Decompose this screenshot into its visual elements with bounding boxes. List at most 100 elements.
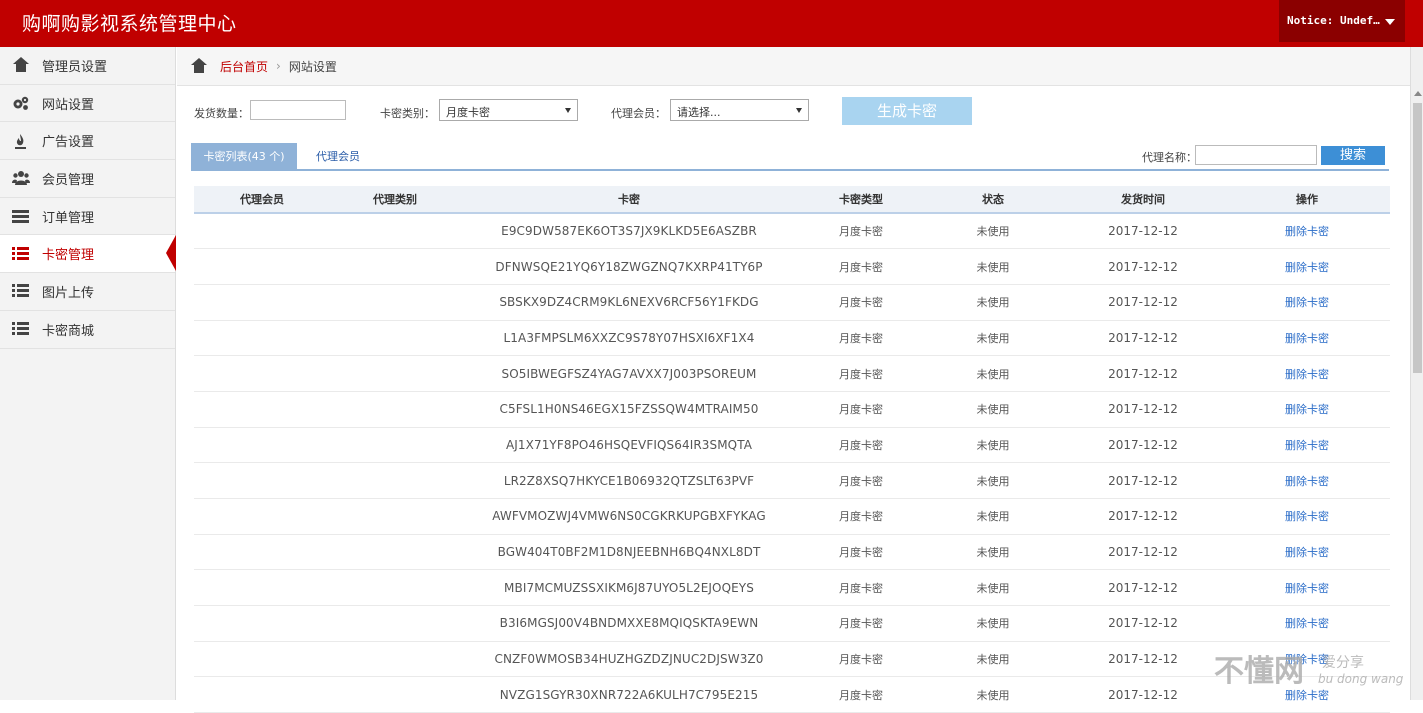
table-row: L1A3FMPSLM6XXZC9S78Y07HSXI6XF1X4 月度卡密 未使用 2… [194, 320, 1390, 357]
status-cell: 未使用 [924, 534, 1062, 571]
tab-card-list[interactable]: 卡密列表(43 个) [191, 143, 297, 171]
column-header: 操作 [1224, 186, 1390, 214]
card-type-cell: 月度卡密 [798, 427, 924, 464]
sidebar-item-label: 管理员设置 [42, 59, 108, 75]
status-cell: 未使用 [924, 213, 1062, 250]
sidebar-item-ad-settings[interactable]: 广告设置 [0, 122, 175, 161]
sidebar-item-members[interactable]: 会员管理 [0, 160, 175, 198]
card-code-cell: LR2Z8XSQ7HKYCE1B06932QTZSLT63PVF [460, 462, 798, 499]
card-code-cell: DFNWSQE21YQ6Y18ZWGZNQ7KXRP41TY6P [460, 248, 798, 285]
issue-date-cell: 2017-12-12 [1062, 569, 1224, 607]
card-type-select[interactable]: 月度卡密 [439, 99, 578, 121]
search-button[interactable]: 搜索 [1321, 146, 1385, 165]
sidebar-item-card-shop[interactable]: 卡密商城 [0, 311, 175, 349]
scroll-up-icon[interactable] [1414, 91, 1422, 96]
generate-cards-button[interactable]: 生成卡密 [842, 97, 972, 125]
column-header: 状态 [924, 186, 1062, 214]
issue-date-cell: 2017-12-12 [1062, 676, 1224, 713]
column-header: 卡密 [460, 186, 798, 214]
delete-card-link[interactable]: 删除卡密 [1224, 248, 1390, 285]
delete-card-link[interactable]: 删除卡密 [1224, 498, 1390, 535]
table-row: NVZG1SGYR30XNR722A6KULH7C795E215 月度卡密 未使用 2… [194, 676, 1390, 713]
agent-type-cell [330, 569, 460, 607]
users-icon [12, 170, 30, 186]
agent-label: 代理会员： [611, 107, 666, 120]
delete-card-link[interactable]: 删除卡密 [1224, 427, 1390, 464]
table-row: SBSKX9DZ4CRM9KL6NEXV6RCF56Y1FKDG 月度卡密 未使用 2… [194, 284, 1390, 321]
status-cell: 未使用 [924, 248, 1062, 285]
sidebar-item-admin-settings[interactable]: 管理员设置 [0, 47, 175, 85]
agent-cell [194, 676, 330, 713]
list-alt-icon [12, 208, 30, 224]
status-cell: 未使用 [924, 427, 1062, 464]
column-header: 代理类别 [330, 186, 460, 214]
vertical-scrollbar[interactable] [1410, 47, 1423, 700]
agent-cell [194, 320, 330, 357]
agent-name-input[interactable] [1195, 145, 1317, 165]
notice-text: Notice: Undef… [1287, 14, 1380, 27]
issue-date-cell: 2017-12-12 [1062, 320, 1224, 357]
status-cell: 未使用 [924, 320, 1062, 357]
main-content: 后台首页 › 网站设置 发货数量： 卡密类别： 月度卡密 代理会员： 请选择..… [177, 47, 1410, 713]
status-cell: 未使用 [924, 676, 1062, 713]
agent-select[interactable]: 请选择... [670, 99, 809, 121]
sidebar-item-card-management[interactable]: 卡密管理 [0, 235, 176, 274]
delete-card-link[interactable]: 删除卡密 [1224, 284, 1390, 321]
agent-type-cell [330, 320, 460, 357]
sidebar-item-orders[interactable]: 订单管理 [0, 198, 175, 236]
delete-card-link[interactable]: 删除卡密 [1224, 605, 1390, 642]
breadcrumb-home-link[interactable]: 后台首页 [220, 58, 268, 75]
status-cell: 未使用 [924, 498, 1062, 535]
agent-cell [194, 641, 330, 678]
issue-date-cell: 2017-12-12 [1062, 248, 1224, 285]
notice-dropdown[interactable]: Notice: Undef… [1279, 0, 1405, 42]
card-type-cell: 月度卡密 [798, 248, 924, 285]
card-type-cell: 月度卡密 [798, 676, 924, 713]
status-cell: 未使用 [924, 605, 1062, 642]
column-header: 代理会员 [194, 186, 330, 214]
issue-date-cell: 2017-12-12 [1062, 213, 1224, 250]
delete-card-link[interactable]: 删除卡密 [1224, 534, 1390, 571]
card-type-cell: 月度卡密 [798, 641, 924, 678]
card-type-cell: 月度卡密 [798, 462, 924, 499]
card-code-cell: AJ1X71YF8PO46HSQEVFIQS64IR3SMQTA [460, 427, 798, 464]
delete-card-link[interactable]: 删除卡密 [1224, 320, 1390, 357]
agent-cell [194, 248, 330, 285]
issue-date-cell: 2017-12-12 [1062, 605, 1224, 642]
delete-card-link[interactable]: 删除卡密 [1224, 355, 1390, 392]
card-type-label: 卡密类别： [380, 107, 435, 120]
delete-card-link[interactable]: 删除卡密 [1224, 391, 1390, 428]
card-code-cell: BGW404T0BF2M1D8NJEEBNH6BQ4NXL8DT [460, 534, 798, 571]
status-cell: 未使用 [924, 391, 1062, 428]
agent-type-cell [330, 355, 460, 392]
card-table: 代理会员 代理类别 卡密 卡密类型 状态 发货时间 操作 E9C9DW587EK… [194, 186, 1390, 713]
delete-card-link[interactable]: 删除卡密 [1224, 213, 1390, 250]
agent-type-cell [330, 605, 460, 642]
card-type-cell: 月度卡密 [798, 569, 924, 607]
quantity-input[interactable] [250, 100, 346, 120]
status-cell: 未使用 [924, 569, 1062, 607]
sidebar-item-label: 卡密管理 [42, 248, 95, 264]
delete-card-link[interactable]: 删除卡密 [1224, 462, 1390, 499]
agent-name-label: 代理名称： [1142, 151, 1197, 164]
card-code-cell: C5FSL1H0NS46EGX15FZSSQW4MTRAIM50 [460, 391, 798, 428]
breadcrumb: 后台首页 › 网站设置 [177, 47, 1410, 86]
agent-cell [194, 355, 330, 392]
delete-card-link[interactable]: 删除卡密 [1224, 569, 1390, 607]
table-row: LR2Z8XSQ7HKYCE1B06932QTZSLT63PVF 月度卡密 未使用 2… [194, 462, 1390, 499]
card-code-cell: B3I6MGSJ00V4BNDMXXE8MQIQSKTA9EWN [460, 605, 798, 642]
issue-date-cell: 2017-12-12 [1062, 641, 1224, 678]
sidebar-item-image-upload[interactable]: 图片上传 [0, 273, 175, 311]
app-title: 购啊购影视系统管理中心 [22, 13, 237, 35]
card-type-cell: 月度卡密 [798, 320, 924, 357]
tab-agent-members[interactable]: 代理会员 [304, 143, 372, 171]
table-header-row: 代理会员 代理类别 卡密 卡密类型 状态 发货时间 操作 [194, 186, 1390, 214]
card-code-cell: AWFVMOZWJ4VMW6NS0CGKRKUPGBXFYKAG [460, 498, 798, 535]
scrollbar-thumb[interactable] [1413, 103, 1422, 373]
agent-type-cell [330, 391, 460, 428]
sidebar-item-site-settings[interactable]: 网站设置 [0, 85, 175, 123]
sidebar-item-label: 卡密商城 [42, 323, 95, 339]
top-header: 购啊购影视系统管理中心 Notice: Undef… [0, 0, 1423, 47]
issue-date-cell: 2017-12-12 [1062, 462, 1224, 499]
status-cell: 未使用 [924, 355, 1062, 392]
